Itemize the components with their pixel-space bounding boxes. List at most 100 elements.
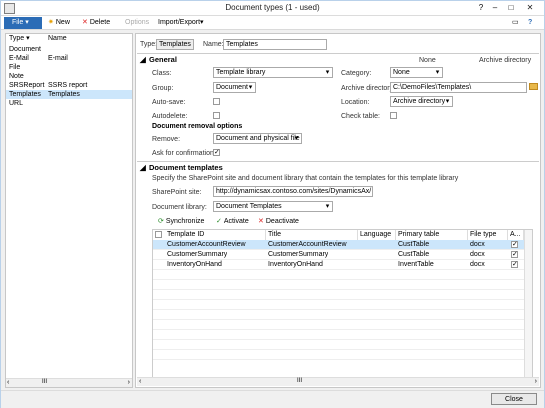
removal-options-title: Document removal options xyxy=(152,123,243,130)
table-row[interactable]: CustomerSummary CustomerSummary CustTable d… xyxy=(153,250,532,260)
table-row[interactable] xyxy=(153,300,532,310)
new-button[interactable]: ✷ New xyxy=(48,18,70,28)
table-row[interactable]: CustomerAccountReview CustomerAccountRevi… xyxy=(153,240,532,250)
location-label: Location: xyxy=(341,99,370,106)
list-horizontal-scrollbar[interactable]: ‹ III › xyxy=(6,378,132,387)
col-primary-table[interactable]: Primary table xyxy=(396,230,468,240)
class-label: Class: xyxy=(152,70,172,77)
archive-field[interactable]: C:\DemoFiles\Templates\ xyxy=(390,82,527,93)
table-cell-id: CustomerSummary xyxy=(167,251,228,258)
table-row[interactable]: InventoryOnHand InventoryOnHand InventTabl… xyxy=(153,260,532,270)
folder-icon[interactable] xyxy=(529,83,538,90)
name-field[interactable]: Templates xyxy=(223,39,327,50)
sharepoint-site-field[interactable]: http://dynamicsax.contoso.com/sites/Dyna… xyxy=(213,186,373,197)
window-title: Document types (1 - used) xyxy=(225,3,320,12)
col-name-header[interactable]: Name xyxy=(48,34,67,44)
table-row[interactable] xyxy=(153,280,532,290)
autosave-checkbox[interactable] xyxy=(213,98,220,105)
close-button[interactable]: Close xyxy=(491,393,537,405)
minimize-button[interactable]: – xyxy=(488,2,502,13)
options-button[interactable]: Options xyxy=(125,18,149,28)
ask-confirmation-checkbox[interactable]: ✓ xyxy=(213,149,220,156)
remove-select[interactable]: Document and physical file ▾ xyxy=(213,133,302,144)
list-item[interactable]: SRSReport SSRS report xyxy=(6,81,132,90)
help-icon[interactable]: ? xyxy=(528,18,532,28)
location-select[interactable]: Archive directory ▾ xyxy=(390,96,453,107)
select-all-checkbox[interactable] xyxy=(155,231,162,238)
panel-icon[interactable]: ▭ xyxy=(512,18,519,28)
table-row[interactable] xyxy=(153,330,532,340)
general-section-title[interactable]: General xyxy=(149,55,177,65)
list-item-type: URL xyxy=(9,100,24,107)
details-horizontal-scrollbar[interactable]: ‹ III › xyxy=(137,377,539,386)
templates-toggle-icon[interactable]: ◢ xyxy=(140,163,146,173)
maximize-button[interactable]: □ xyxy=(504,2,518,13)
document-type-list: Type ▾ Name Document E-Mail E-mail File Note… xyxy=(5,33,133,388)
table-cell-title: CustomerSummary xyxy=(268,251,329,258)
delete-button[interactable]: ✕ Delete xyxy=(82,18,110,28)
col-type-label: Type xyxy=(9,35,25,42)
table-row[interactable] xyxy=(153,310,532,320)
window: Document types (1 - used) ? – □ ✕ File ▾… xyxy=(0,0,545,408)
col-type-header[interactable]: Type ▾ xyxy=(9,34,30,44)
col-active[interactable]: A... xyxy=(508,230,524,240)
general-toggle-icon[interactable]: ◢ xyxy=(140,55,146,65)
table-row[interactable] xyxy=(153,290,532,300)
group-select[interactable]: Document ▾ xyxy=(213,82,256,93)
table-cell-ft: docx xyxy=(470,251,485,258)
file-menu[interactable]: File ▾ xyxy=(4,17,42,29)
checktable-checkbox[interactable] xyxy=(390,112,397,119)
category-select[interactable]: None ▾ xyxy=(390,67,443,78)
deactivate-label: Deactivate xyxy=(265,218,299,225)
table-cell-title: InventoryOnHand xyxy=(268,261,323,268)
scroll-thumb[interactable]: III xyxy=(42,379,47,385)
active-checkbox[interactable]: ✓ xyxy=(511,241,518,248)
sync-icon: ⟳ xyxy=(158,218,164,225)
autosave-label: Auto-save: xyxy=(152,99,186,106)
table-row[interactable] xyxy=(153,350,532,360)
class-select[interactable]: Template library ▾ xyxy=(213,67,333,78)
chevron-down-icon: ▾ xyxy=(325,203,330,210)
autodelete-label: Autodelete: xyxy=(152,113,188,120)
close-window-button[interactable]: ✕ xyxy=(520,2,540,13)
help-button[interactable]: ? xyxy=(476,2,486,13)
active-checkbox[interactable]: ✓ xyxy=(511,251,518,258)
library-value: Document Templates xyxy=(216,203,282,210)
archive-label: Archive directory: xyxy=(341,85,396,92)
scroll-left-icon[interactable]: ‹ xyxy=(7,379,9,386)
table-row[interactable] xyxy=(153,270,532,280)
category-value: None xyxy=(393,69,410,76)
list-item[interactable]: Note xyxy=(6,72,132,81)
synchronize-button[interactable]: ⟳ Synchronize xyxy=(158,217,204,227)
grid-vertical-scrollbar[interactable] xyxy=(524,230,532,378)
scroll-right-icon[interactable]: › xyxy=(128,379,130,386)
scroll-left-icon[interactable]: ‹ xyxy=(139,378,141,385)
chevron-down-icon: ▾ xyxy=(435,69,440,76)
remove-value: Document and physical file xyxy=(216,135,300,142)
list-item[interactable]: Document xyxy=(6,45,132,54)
document-library-select[interactable]: Document Templates ▾ xyxy=(213,201,333,212)
divider xyxy=(137,53,539,54)
col-title[interactable]: Title xyxy=(266,230,358,240)
list-item[interactable]: URL xyxy=(6,99,132,108)
list-item[interactable]: E-Mail E-mail xyxy=(6,54,132,63)
col-language[interactable]: Language xyxy=(358,230,396,240)
col-template-id[interactable]: Template ID xyxy=(165,230,266,240)
details-pane: Type: Templates Name: Templates ◢ Genera… xyxy=(135,33,541,388)
templates-section-title[interactable]: Document templates xyxy=(149,163,223,173)
templates-description: Specify the SharePoint site and document… xyxy=(152,175,459,182)
list-item[interactable]: Templates Templates xyxy=(6,90,132,99)
table-row[interactable] xyxy=(153,340,532,350)
active-checkbox[interactable]: ✓ xyxy=(511,261,518,268)
document-library-label: Document library: xyxy=(152,204,207,211)
scroll-thumb[interactable]: III xyxy=(297,378,302,384)
col-file-type[interactable]: File type xyxy=(468,230,508,240)
table-row[interactable] xyxy=(153,320,532,330)
checktable-label: Check table: xyxy=(341,113,380,120)
list-item[interactable]: File xyxy=(6,63,132,72)
deactivate-button[interactable]: ✕ Deactivate xyxy=(258,217,299,227)
scroll-right-icon[interactable]: › xyxy=(535,378,537,385)
import-export-menu[interactable]: Import/Export▾ xyxy=(158,18,204,28)
activate-button[interactable]: ✓ Activate xyxy=(216,217,249,227)
autodelete-checkbox[interactable] xyxy=(213,112,220,119)
